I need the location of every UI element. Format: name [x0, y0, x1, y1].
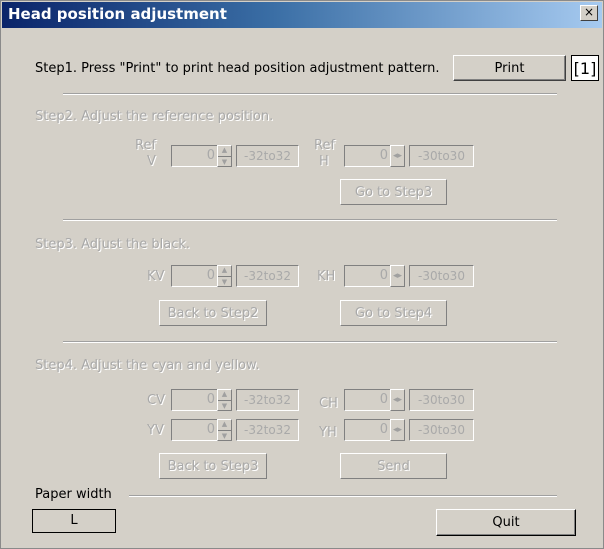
kv-range: -32to32 [236, 265, 299, 287]
ref-h-label-bottom: H [319, 154, 329, 169]
spin-arrows-icon: ◂▸ [392, 151, 403, 161]
spin-up-icon: ▲ [218, 146, 231, 157]
ref-v-label-bottom: V [147, 154, 156, 169]
spin-down-icon: ▼ [221, 158, 228, 166]
print-button[interactable]: Print [453, 55, 566, 81]
yh-range: -30to30 [409, 419, 474, 441]
ch-range: -30to30 [409, 389, 474, 411]
divider [63, 219, 557, 221]
ref-v-label-top: Ref [135, 138, 157, 153]
kv-input[interactable]: 0 [171, 265, 219, 287]
spin-arrows-icon: ◂▸ [392, 425, 403, 435]
quit-button[interactable]: Quit [436, 509, 576, 536]
spin-up-icon: ▲ [218, 420, 231, 431]
ref-h-label-top: Ref [314, 138, 336, 153]
kv-spin-button[interactable]: ▲ ▼ [217, 265, 232, 287]
cv-range: -32to32 [236, 389, 299, 411]
kv-label: KV [147, 269, 165, 284]
kh-range: -30to30 [409, 265, 474, 287]
ref-h-input[interactable]: 0 [344, 145, 392, 167]
back-to-step3-button[interactable]: Back to Step3 [159, 453, 267, 479]
divider [129, 495, 557, 497]
go-to-step3-button[interactable]: Go to Step3 [340, 179, 447, 205]
title-bar[interactable]: Head position adjustment × [2, 2, 602, 28]
spin-down-icon: ▼ [221, 278, 228, 286]
yv-range: -32to32 [236, 419, 299, 441]
spin-down-icon: ▼ [221, 432, 228, 440]
ch-spin-button[interactable]: ◂▸ [390, 389, 405, 411]
spin-up-icon: ▲ [218, 266, 231, 277]
dialog-window: Head position adjustment × Step1. Press … [0, 0, 604, 549]
ref-v-range: -32to32 [236, 145, 299, 167]
send-button[interactable]: Send [340, 453, 447, 479]
cv-spin-button[interactable]: ▲ ▼ [217, 389, 232, 411]
step1-instruction: Step1. Press "Print" to print head posit… [35, 61, 440, 76]
cv-input[interactable]: 0 [171, 389, 219, 411]
back-to-step2-button[interactable]: Back to Step2 [159, 300, 267, 326]
window-title: Head position adjustment [8, 5, 227, 23]
yv-input[interactable]: 0 [171, 419, 219, 441]
paper-width-label: Paper width [35, 487, 112, 502]
yh-spin-button[interactable]: ◂▸ [390, 419, 405, 441]
yv-label: YV [147, 423, 164, 438]
go-to-step4-button[interactable]: Go to Step4 [340, 300, 447, 326]
close-button[interactable]: × [580, 5, 598, 21]
step4-instruction: Step4. Adjust the cyan and yellow. [35, 358, 260, 373]
callout-marker: [1] [571, 55, 599, 81]
ref-v-spin-button[interactable]: ▲ ▼ [217, 145, 232, 167]
kh-label: KH [317, 269, 336, 284]
ch-input[interactable]: 0 [344, 389, 392, 411]
cv-label: CV [147, 393, 165, 408]
spin-arrows-icon: ◂▸ [392, 271, 403, 281]
paper-width-value: L [32, 509, 116, 533]
spin-up-icon: ▲ [218, 390, 231, 401]
kh-spin-button[interactable]: ◂▸ [390, 265, 405, 287]
divider [63, 93, 557, 95]
step2-instruction: Step2. Adjust the reference position. [35, 109, 274, 124]
step3-instruction: Step3. Adjust the black. [35, 237, 191, 252]
ref-h-range: -30to30 [409, 145, 474, 167]
spin-down-icon: ▼ [221, 402, 228, 410]
divider [63, 341, 557, 343]
yh-input[interactable]: 0 [344, 419, 392, 441]
spin-arrows-icon: ◂▸ [392, 395, 403, 405]
ref-v-input[interactable]: 0 [171, 145, 219, 167]
yv-spin-button[interactable]: ▲ ▼ [217, 419, 232, 441]
ref-h-spin-button[interactable]: ◂▸ [390, 145, 405, 167]
yh-label: YH [319, 425, 337, 440]
ch-label: CH [319, 396, 338, 411]
kh-input[interactable]: 0 [344, 265, 392, 287]
